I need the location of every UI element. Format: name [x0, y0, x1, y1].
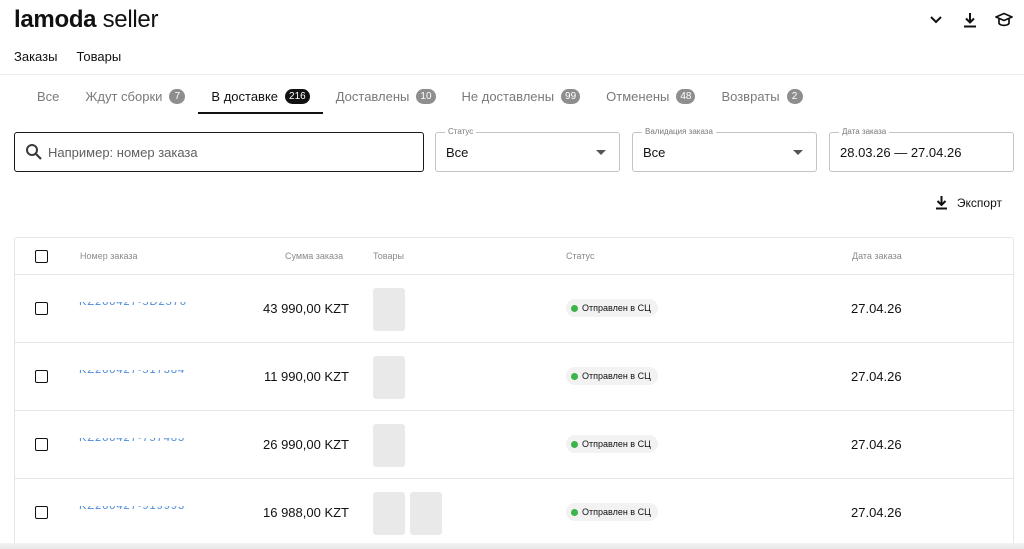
- status-select[interactable]: Статус Все: [435, 127, 620, 172]
- logo-brand: lamoda: [14, 6, 97, 33]
- order-date: 27.04.26: [851, 301, 902, 316]
- date-range-field[interactable]: Дата заказа 28.03.26 — 27.04.26: [829, 127, 1014, 172]
- status-text: Отправлен в СЦ: [582, 303, 651, 313]
- tab-count-badge: 48: [676, 88, 696, 104]
- order-amount: 26 990,00 KZT: [263, 437, 349, 452]
- export-button[interactable]: Экспорт: [935, 195, 1002, 210]
- header-actions: [926, 10, 1014, 30]
- tab-awaiting-assembly[interactable]: Ждут сборки 7: [72, 78, 198, 114]
- status-badge: Отправлен в СЦ: [566, 299, 658, 317]
- tab-count-badge: 216: [285, 88, 310, 104]
- logo-suffix: seller: [96, 6, 159, 33]
- product-thumbnail[interactable]: [373, 356, 405, 399]
- status-text: Отправлен в СЦ: [582, 507, 651, 517]
- lamoda-seller-logo[interactable]: lamoda seller: [14, 6, 158, 34]
- status-text: Отправлен в СЦ: [582, 371, 651, 381]
- product-thumbnail[interactable]: [373, 288, 405, 331]
- tab-label: Ждут сборки: [85, 88, 163, 104]
- row-checkbox[interactable]: [35, 302, 48, 315]
- tab-label: Возвраты: [721, 88, 780, 104]
- status-text: Отправлен в СЦ: [582, 439, 651, 449]
- status-select-value: Все: [446, 145, 469, 160]
- status-dot-icon: [571, 440, 578, 448]
- order-amount: 43 990,00 KZT: [263, 301, 349, 316]
- tab-not-delivered[interactable]: Не доставлены 99: [449, 78, 594, 114]
- status-dot-icon: [571, 508, 578, 516]
- order-number-link[interactable]: KZ260427-517384: [79, 370, 185, 377]
- tab-delivered[interactable]: Доставлены 10: [323, 78, 449, 114]
- order-number-link[interactable]: KZ260427-757483: [79, 438, 185, 445]
- status-badge: Отправлен в СЦ: [566, 435, 658, 453]
- column-items: Товары: [373, 251, 404, 261]
- order-amount: 11 990,00 KZT: [263, 369, 349, 384]
- order-amount: 16 988,00 KZT: [263, 505, 349, 520]
- tab-label: В доставке: [211, 88, 279, 104]
- tab-count-badge: 7: [169, 88, 186, 104]
- tab-returns[interactable]: Возвраты 2: [708, 78, 815, 114]
- table-row[interactable]: KZ260427-919993 16 988,00 KZT Отправлен …: [15, 479, 1013, 547]
- tab-label: Все: [37, 88, 60, 104]
- product-thumbnail[interactable]: [410, 492, 442, 535]
- validation-select[interactable]: Валидация заказа Все: [632, 127, 817, 172]
- row-checkbox[interactable]: [35, 506, 48, 519]
- tab-count-badge: 2: [786, 88, 803, 104]
- caret-down-icon: [793, 150, 803, 155]
- order-number-link[interactable]: KZ260427-919993: [79, 506, 185, 513]
- status-dot-icon: [571, 304, 578, 312]
- status-dot-icon: [571, 372, 578, 380]
- column-order-number: Номер заказа: [80, 251, 138, 261]
- graduation-cap-icon[interactable]: [994, 10, 1014, 30]
- tab-label: Отменены: [606, 88, 670, 104]
- search-input[interactable]: [48, 144, 398, 160]
- column-amount: Сумма заказа: [285, 251, 344, 261]
- tab-in-delivery[interactable]: В доставке 216: [198, 78, 324, 114]
- validation-select-value: Все: [643, 145, 666, 160]
- tab-cancelled[interactable]: Отменены 48: [593, 78, 708, 114]
- validation-select-label: Валидация заказа: [642, 127, 716, 137]
- status-select-label: Статус: [445, 127, 477, 137]
- caret-down-icon: [596, 150, 606, 155]
- download-icon: [935, 196, 947, 210]
- order-date: 27.04.26: [851, 505, 902, 520]
- search-field[interactable]: [14, 132, 424, 172]
- order-date: 27.04.26: [851, 369, 902, 384]
- chevron-down-icon[interactable]: [926, 10, 946, 30]
- app-header: lamoda seller: [0, 0, 1024, 40]
- top-nav: Заказы Товары: [14, 49, 121, 64]
- date-range-value: 28.03.26 — 27.04.26: [840, 145, 962, 160]
- table-header: Номер заказа Сумма заказа Товары Статус …: [15, 238, 1013, 275]
- row-checkbox[interactable]: [35, 370, 48, 383]
- tab-label: Не доставлены: [461, 88, 555, 104]
- tab-all[interactable]: Все: [24, 78, 72, 114]
- product-thumbnail[interactable]: [373, 424, 405, 467]
- table-row[interactable]: KZ260427-757483 26 990,00 KZT Отправлен …: [15, 411, 1013, 479]
- table-row[interactable]: KZ260427-5D2570 43 990,00 KZT Отправлен …: [15, 275, 1013, 343]
- nav-divider: [0, 74, 1024, 75]
- date-range-label: Дата заказа: [839, 127, 890, 137]
- tab-count-badge: 10: [416, 88, 436, 104]
- tab-label: Доставлены: [335, 88, 410, 104]
- nav-products[interactable]: Товары: [76, 49, 121, 64]
- page-bottom-shadow: [0, 543, 1024, 549]
- status-tabs: Все Ждут сборки 7 В доставке 216 Доставл…: [24, 78, 816, 114]
- table-row[interactable]: KZ260427-517384 11 990,00 KZT Отправлен …: [15, 343, 1013, 411]
- select-all-checkbox[interactable]: [35, 250, 48, 263]
- export-label: Экспорт: [956, 195, 1002, 210]
- orders-table: Номер заказа Сумма заказа Товары Статус …: [14, 237, 1014, 549]
- column-status: Статус: [566, 251, 595, 261]
- nav-orders[interactable]: Заказы: [14, 49, 57, 64]
- product-thumbnail[interactable]: [373, 492, 405, 535]
- column-date: Дата заказа: [852, 251, 902, 261]
- download-icon[interactable]: [960, 10, 980, 30]
- row-checkbox[interactable]: [35, 438, 48, 451]
- order-number-link[interactable]: KZ260427-5D2570: [79, 302, 187, 309]
- order-date: 27.04.26: [851, 437, 902, 452]
- status-badge: Отправлен в СЦ: [566, 503, 658, 521]
- tab-count-badge: 99: [561, 88, 581, 104]
- search-icon: [26, 144, 42, 160]
- status-badge: Отправлен в СЦ: [566, 367, 658, 385]
